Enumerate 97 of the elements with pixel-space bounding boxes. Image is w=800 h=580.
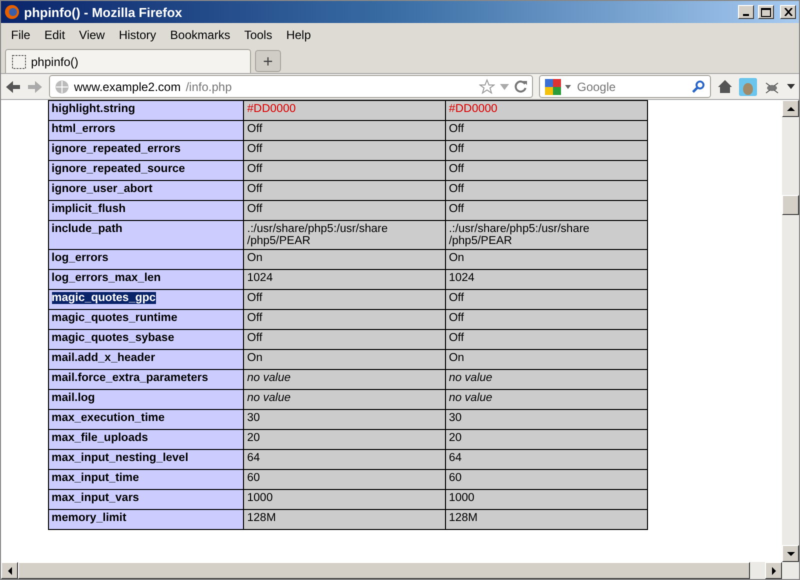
left-arrow-icon (6, 566, 14, 574)
up-arrow-icon (786, 104, 794, 112)
master-value-cell: no value (445, 390, 647, 410)
local-value-cell: Off (244, 140, 446, 160)
master-value-cell: no value (445, 370, 647, 390)
setting-name-cell: magic_quotes_runtime (48, 310, 244, 330)
setting-name-cell: magic_quotes_gpc (48, 290, 244, 310)
menu-item[interactable]: View (73, 26, 111, 44)
browser-tab[interactable]: phpinfo() (5, 49, 251, 73)
reload-icon[interactable] (514, 80, 527, 93)
local-value-cell: Off (244, 180, 446, 200)
setting-name-cell: include_path (48, 220, 244, 250)
local-value-cell: Off (244, 330, 446, 350)
local-value-cell: no value (244, 390, 446, 410)
setting-name-cell: magic_quotes_sybase (48, 330, 244, 350)
dropdown-icon[interactable] (565, 84, 571, 88)
local-value-cell: no value (244, 370, 446, 390)
right-arrow-icon (770, 566, 778, 574)
setting-name-cell: log_errors_max_len (48, 270, 244, 290)
search-field[interactable]: Google (539, 75, 711, 98)
setting-name-cell: mail.add_x_header (48, 350, 244, 370)
local-value-cell: Off (244, 310, 446, 330)
new-tab-button[interactable]: + (255, 50, 281, 72)
menu-item[interactable]: Tools (238, 26, 278, 44)
local-value-cell: 30 (244, 410, 446, 430)
local-value-cell: 128M (244, 510, 446, 530)
master-value-cell: Off (445, 140, 647, 160)
dropdown-icon[interactable] (787, 84, 795, 89)
setting-name-cell: mail.force_extra_parameters (48, 370, 244, 390)
close-button[interactable] (780, 5, 796, 19)
master-value-cell: Off (445, 180, 647, 200)
globe-icon (55, 80, 69, 94)
master-value-cell: 20 (445, 430, 647, 450)
address-field[interactable]: www.example2.com /info.php (49, 75, 533, 98)
menu-item[interactable]: Help (280, 26, 317, 44)
close-icon (784, 8, 792, 16)
local-value-cell: On (244, 250, 446, 270)
setting-name-cell: implicit_flush (48, 200, 244, 220)
setting-name-cell: highlight.string (48, 100, 244, 120)
browser-logo-icon (4, 4, 20, 20)
local-value-cell: 1000 (244, 490, 446, 510)
window-title: phpinfo() - Mozilla Firefox (24, 4, 184, 20)
local-value-cell: Off (244, 290, 446, 310)
setting-name-cell: max_input_nesting_level (48, 450, 244, 470)
setting-name-cell: html_errors (48, 120, 244, 140)
page-icon (12, 54, 26, 68)
master-value-cell: 30 (445, 410, 647, 430)
master-value-cell: 60 (445, 470, 647, 490)
setting-name-cell: mail.log (48, 390, 244, 410)
star-icon[interactable] (479, 79, 495, 94)
local-value-cell: 1024 (244, 270, 446, 290)
search-engine-icon (545, 78, 561, 94)
master-value-cell: Off (445, 310, 647, 330)
master-value-cell: #DD0000 (445, 100, 647, 120)
setting-name-cell: ignore_repeated_errors (48, 140, 244, 160)
setting-name-cell: max_file_uploads (48, 430, 244, 450)
local-value-cell: #DD0000 (244, 100, 446, 120)
back-icon[interactable] (5, 80, 21, 94)
master-value-cell: .:/usr/share/php5:/usr/share /php5/PEAR (445, 220, 647, 250)
local-value-cell: On (244, 350, 446, 370)
menu-item[interactable]: File (5, 26, 36, 44)
local-value-cell: Off (244, 120, 446, 140)
master-value-cell: Off (445, 290, 647, 310)
master-value-cell: Off (445, 120, 647, 140)
menu-item[interactable]: History (112, 26, 162, 44)
menu-item[interactable]: Bookmarks (164, 26, 236, 44)
home-icon[interactable] (717, 79, 733, 94)
master-value-cell: Off (445, 200, 647, 220)
local-value-cell: 60 (244, 470, 446, 490)
local-value-cell: Off (244, 160, 446, 180)
down-arrow-icon (786, 550, 794, 558)
setting-name-cell: ignore_user_abort (48, 180, 244, 200)
master-value-cell: 1000 (445, 490, 647, 510)
maximize-icon (761, 8, 771, 16)
master-value-cell: Off (445, 160, 647, 180)
setting-name-cell: max_input_time (48, 470, 244, 490)
local-value-cell: Off (244, 200, 446, 220)
minimize-button[interactable] (738, 5, 754, 19)
maximize-button[interactable] (758, 5, 774, 19)
vertical-scrollbar[interactable] (782, 100, 799, 562)
setting-name-cell: max_input_vars (48, 490, 244, 510)
local-value-cell: 20 (244, 430, 446, 450)
local-value-cell: 64 (244, 450, 446, 470)
setting-name-cell: ignore_repeated_source (48, 160, 244, 180)
master-value-cell: 1024 (445, 270, 647, 290)
bug-icon[interactable] (763, 80, 781, 94)
master-value-cell: On (445, 350, 647, 370)
setting-name-cell: max_execution_time (48, 410, 244, 430)
local-value-cell: .:/usr/share/php5:/usr/share /php5/PEAR (244, 220, 446, 250)
menu-item[interactable]: Edit (38, 26, 72, 44)
setting-name-cell: memory_limit (48, 510, 244, 530)
master-value-cell: 128M (445, 510, 647, 530)
setting-name-cell: log_errors (48, 250, 244, 270)
master-value-cell: On (445, 250, 647, 270)
search-icon[interactable] (692, 80, 705, 93)
master-value-cell: Off (445, 330, 647, 350)
master-value-cell: 64 (445, 450, 647, 470)
